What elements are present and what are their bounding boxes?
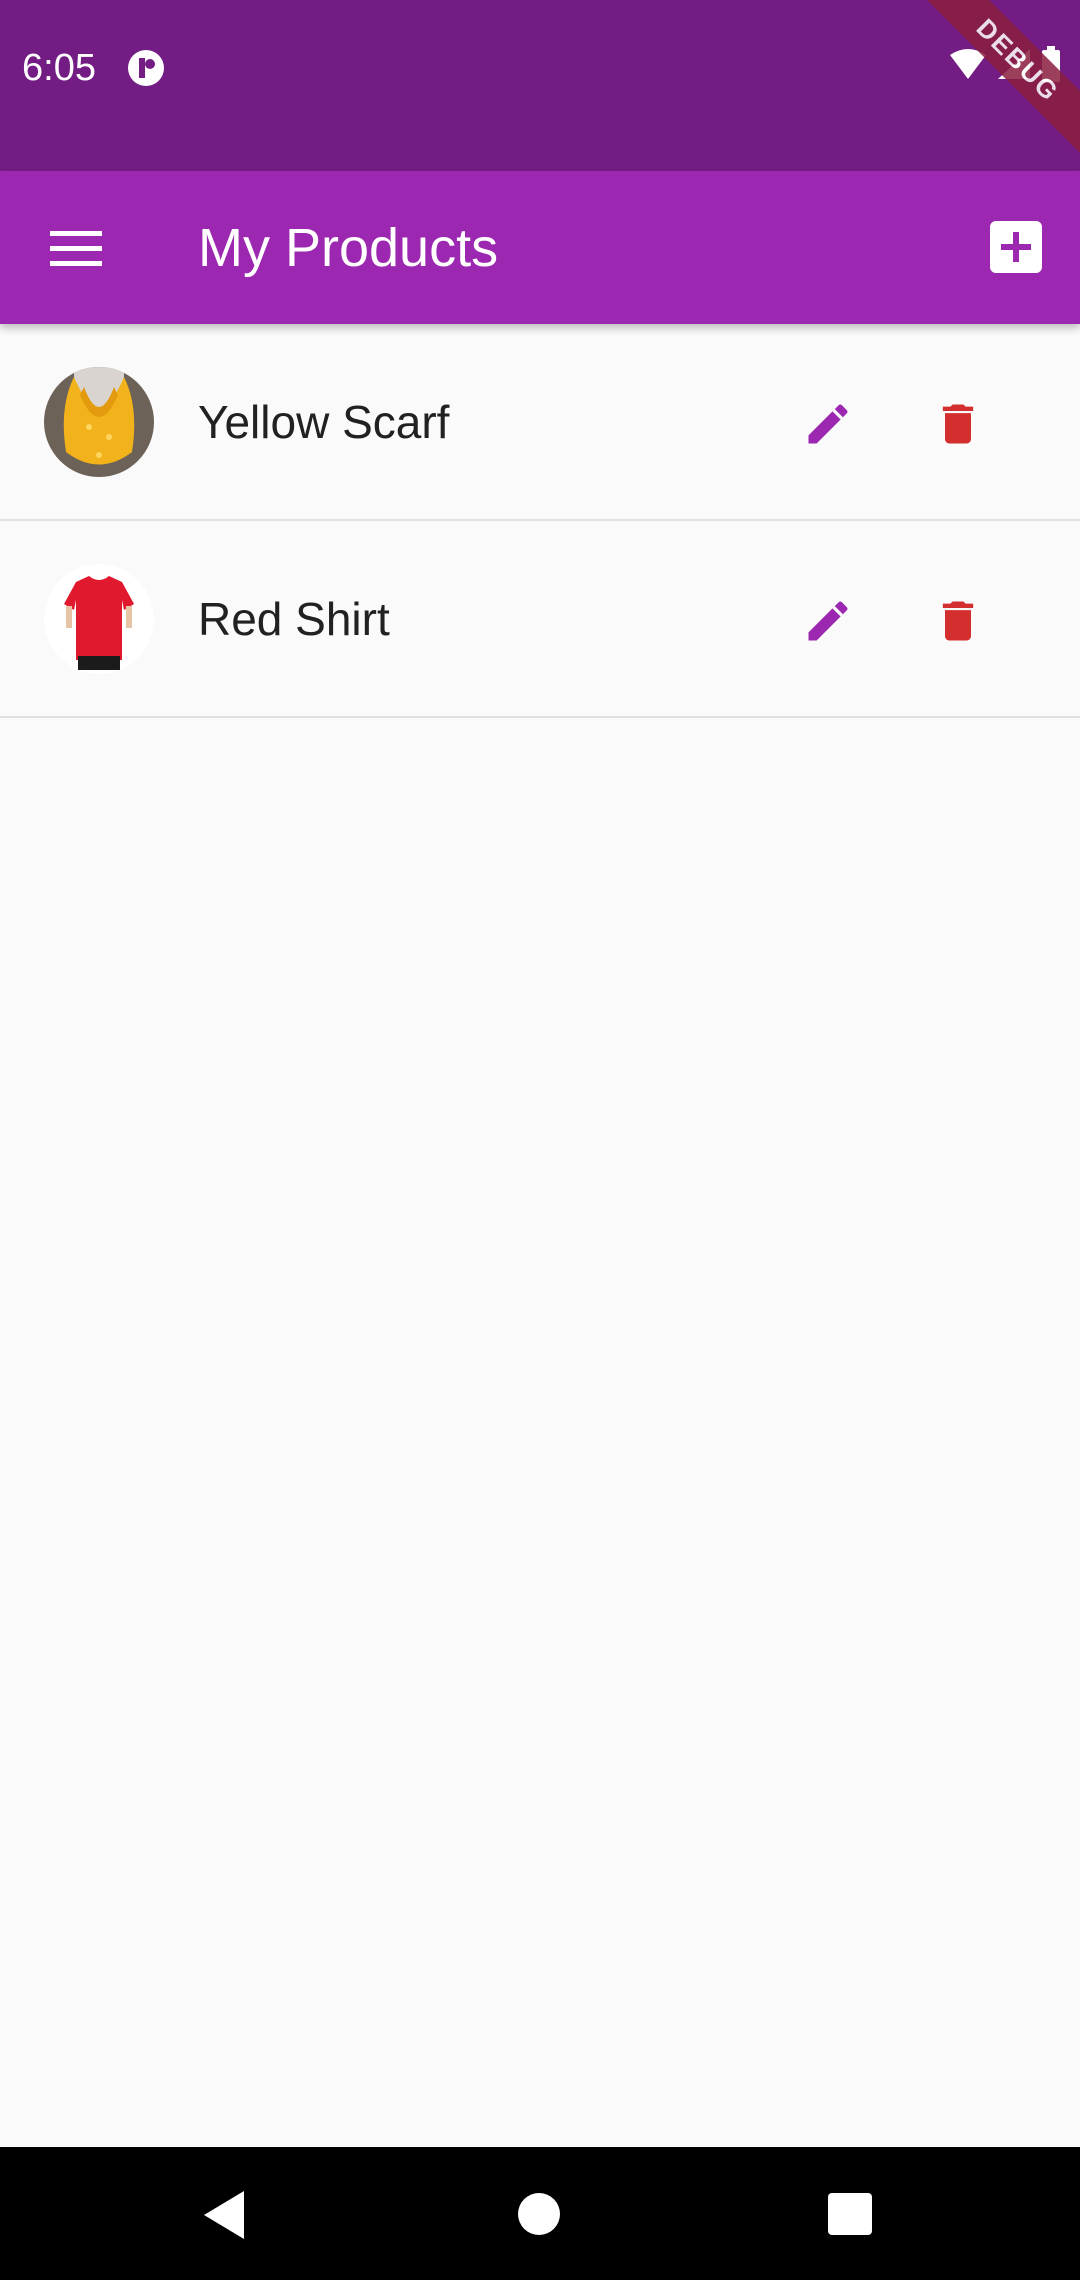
recents-icon[interactable] xyxy=(828,2193,872,2235)
red-shirt-thumbnail xyxy=(44,564,154,674)
product-title: Red Shirt xyxy=(198,593,390,645)
app-notification-icon xyxy=(128,50,164,86)
delete-button[interactable] xyxy=(916,382,1000,466)
edit-button[interactable] xyxy=(786,579,870,663)
page-title: My Products xyxy=(198,218,499,278)
list-item: Red Shirt xyxy=(0,521,1080,718)
edit-icon xyxy=(808,404,848,444)
product-avatar xyxy=(44,367,154,477)
home-icon[interactable] xyxy=(518,2193,560,2235)
status-bar: 6:05 DEBUG xyxy=(0,0,1080,171)
edit-button[interactable] xyxy=(786,382,870,466)
product-list: Yellow Scarf Red Shirt xyxy=(0,324,1080,718)
add-box-icon xyxy=(990,221,1042,273)
edit-icon xyxy=(808,601,848,641)
system-nav-bar xyxy=(0,2147,1080,2280)
delete-icon xyxy=(942,601,974,641)
add-product-button[interactable] xyxy=(976,207,1056,287)
product-avatar xyxy=(44,564,154,674)
delete-icon xyxy=(942,404,974,444)
back-icon[interactable] xyxy=(196,2185,256,2245)
menu-button[interactable] xyxy=(36,209,116,289)
app-bar: My Products xyxy=(0,171,1080,324)
delete-button[interactable] xyxy=(916,579,1000,663)
yellow-scarf-thumbnail xyxy=(44,367,154,477)
menu-icon xyxy=(50,231,102,266)
product-title: Yellow Scarf xyxy=(198,396,450,448)
status-time: 6:05 xyxy=(22,47,96,89)
list-item: Yellow Scarf xyxy=(0,324,1080,521)
